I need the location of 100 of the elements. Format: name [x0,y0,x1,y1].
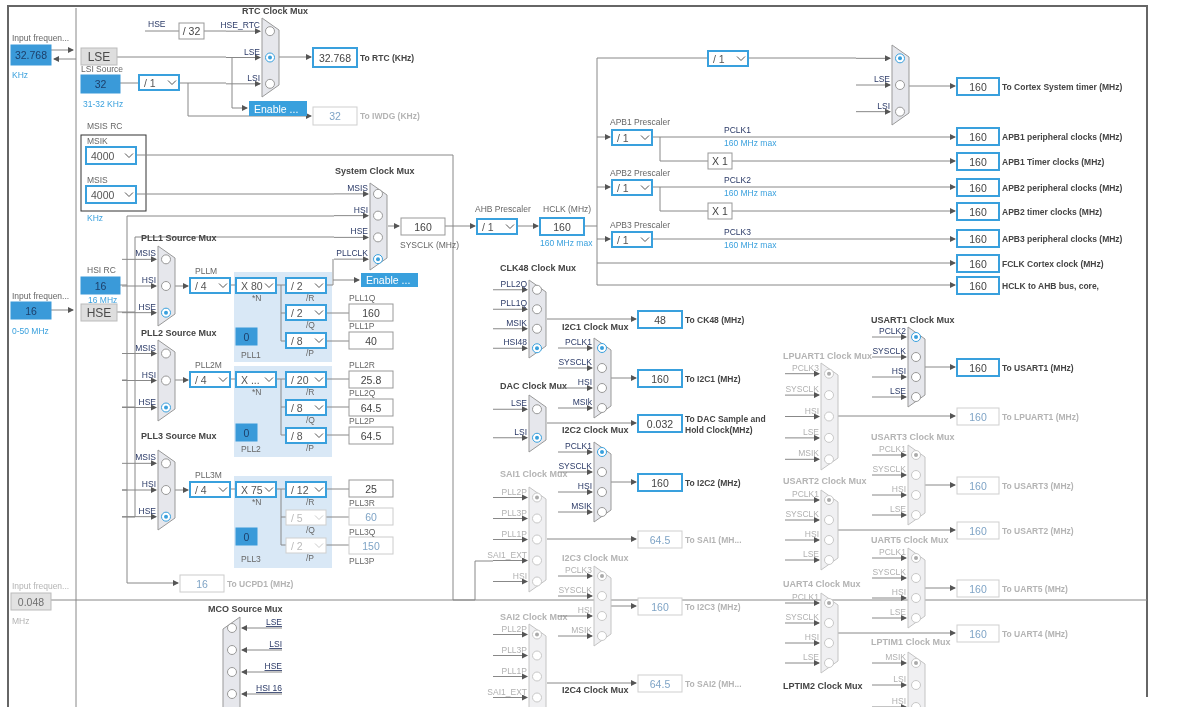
radio-button[interactable] [227,667,237,677]
radio-button[interactable] [824,638,834,648]
value-field[interactable]: 25 [348,479,394,498]
radio-button[interactable] [265,26,275,37]
radio-button[interactable] [532,304,542,315]
radio-button[interactable] [911,470,921,480]
radio-button[interactable] [597,507,607,517]
radio-button[interactable] [373,188,383,199]
value-field[interactable]: HSE [80,303,118,322]
radio-button[interactable] [911,352,921,362]
radio-button[interactable] [532,404,542,415]
radio-button[interactable] [824,535,834,545]
radio-button[interactable] [824,454,834,465]
radio-button[interactable] [532,343,542,354]
value-field[interactable]: 160 [956,152,1000,171]
dropdown[interactable]: X 75 [235,481,277,498]
radio-button[interactable] [824,432,834,443]
radio-button[interactable] [911,553,921,563]
radio-button[interactable] [227,645,237,655]
radio-button[interactable] [824,495,834,505]
value-field[interactable]: 160 [956,254,1000,273]
radio-button[interactable] [161,402,171,413]
radio-button[interactable] [911,680,921,690]
radio-button[interactable] [911,593,921,603]
dropdown[interactable]: / 20 [285,371,327,388]
dropdown[interactable]: / 2 [285,304,327,321]
radio-button[interactable] [227,623,237,633]
radio-button[interactable] [265,78,275,89]
radio-button[interactable] [161,307,171,318]
radio-button[interactable] [824,515,834,525]
radio-button[interactable] [532,432,542,443]
radio-button[interactable] [895,106,905,117]
value-field[interactable]: X 1 [707,152,733,170]
radio-button[interactable] [911,450,921,460]
value-field[interactable]: 0.032 [637,414,683,433]
radio-button[interactable] [532,671,542,682]
radio-button[interactable] [373,232,383,243]
dropdown[interactable]: / 1 [476,218,518,235]
dropdown[interactable]: / 1 [138,74,180,91]
value-field[interactable]: 160 [956,77,1000,96]
radio-button[interactable] [265,52,275,63]
radio-button[interactable] [911,490,921,500]
radio-button[interactable] [911,702,921,707]
radio-button[interactable] [895,80,905,90]
radio-button[interactable] [532,284,542,295]
value-field[interactable]: / 32 [178,22,205,40]
dropdown[interactable]: / 8 [285,427,327,444]
radio-button[interactable] [532,629,542,640]
radio-button[interactable] [824,411,834,422]
radio-button[interactable] [824,658,834,668]
value-field[interactable]: 160 [956,178,1000,197]
radio-button[interactable] [895,53,905,64]
dropdown[interactable]: / 2 [285,277,327,294]
radio-button[interactable] [161,485,171,495]
radio-button[interactable] [597,383,607,393]
radio-button[interactable] [597,611,607,621]
dropdown[interactable]: / 12 [285,481,327,498]
dropdown[interactable]: / 8 [285,399,327,416]
value-field[interactable]: 160 [637,473,683,492]
value-field[interactable]: 160 [956,127,1000,146]
dropdown[interactable]: / 1 [611,129,653,146]
radio-button[interactable] [161,254,171,265]
radio-button[interactable] [824,555,834,565]
radio-button[interactable] [824,618,834,628]
dropdown[interactable]: X ... [235,371,277,388]
dropdown[interactable]: / 1 [611,231,653,248]
radio-button[interactable] [532,692,542,703]
radio-button[interactable] [911,392,921,402]
radio-button[interactable] [597,591,607,601]
radio-button[interactable] [161,375,171,386]
radio-button[interactable] [373,210,383,221]
radio-button[interactable] [532,650,542,661]
radio-button[interactable] [532,534,542,545]
radio-button[interactable] [824,368,834,379]
dropdown[interactable]: / 1 [707,50,749,67]
radio-button[interactable] [532,555,542,566]
value-field[interactable]: 25.8 [348,370,394,389]
radio-button[interactable] [597,487,607,497]
value-field[interactable]: 160 [348,303,394,322]
radio-button[interactable] [911,658,921,668]
radio-button[interactable] [597,403,607,413]
value-field[interactable]: X 1 [707,202,733,220]
dropdown[interactable]: / 4 [189,481,231,498]
radio-button[interactable] [597,343,607,353]
radio-button[interactable] [373,254,383,265]
value-field[interactable]: 64.5 [348,398,394,417]
radio-button[interactable] [532,323,542,334]
radio-button[interactable] [161,511,171,522]
radio-button[interactable] [597,571,607,581]
dropdown[interactable]: X 80 [235,277,277,294]
radio-button[interactable] [597,631,607,641]
radio-button[interactable] [911,372,921,382]
value-field[interactable]: LSE [80,47,118,66]
radio-button[interactable] [532,513,542,524]
radio-button[interactable] [597,467,607,477]
dropdown[interactable]: / 4 [189,371,231,388]
radio-button[interactable] [532,576,542,587]
radio-button[interactable] [161,281,171,291]
dropdown[interactable]: 4000 [85,185,137,204]
value-field[interactable]: 160 [956,276,1000,295]
